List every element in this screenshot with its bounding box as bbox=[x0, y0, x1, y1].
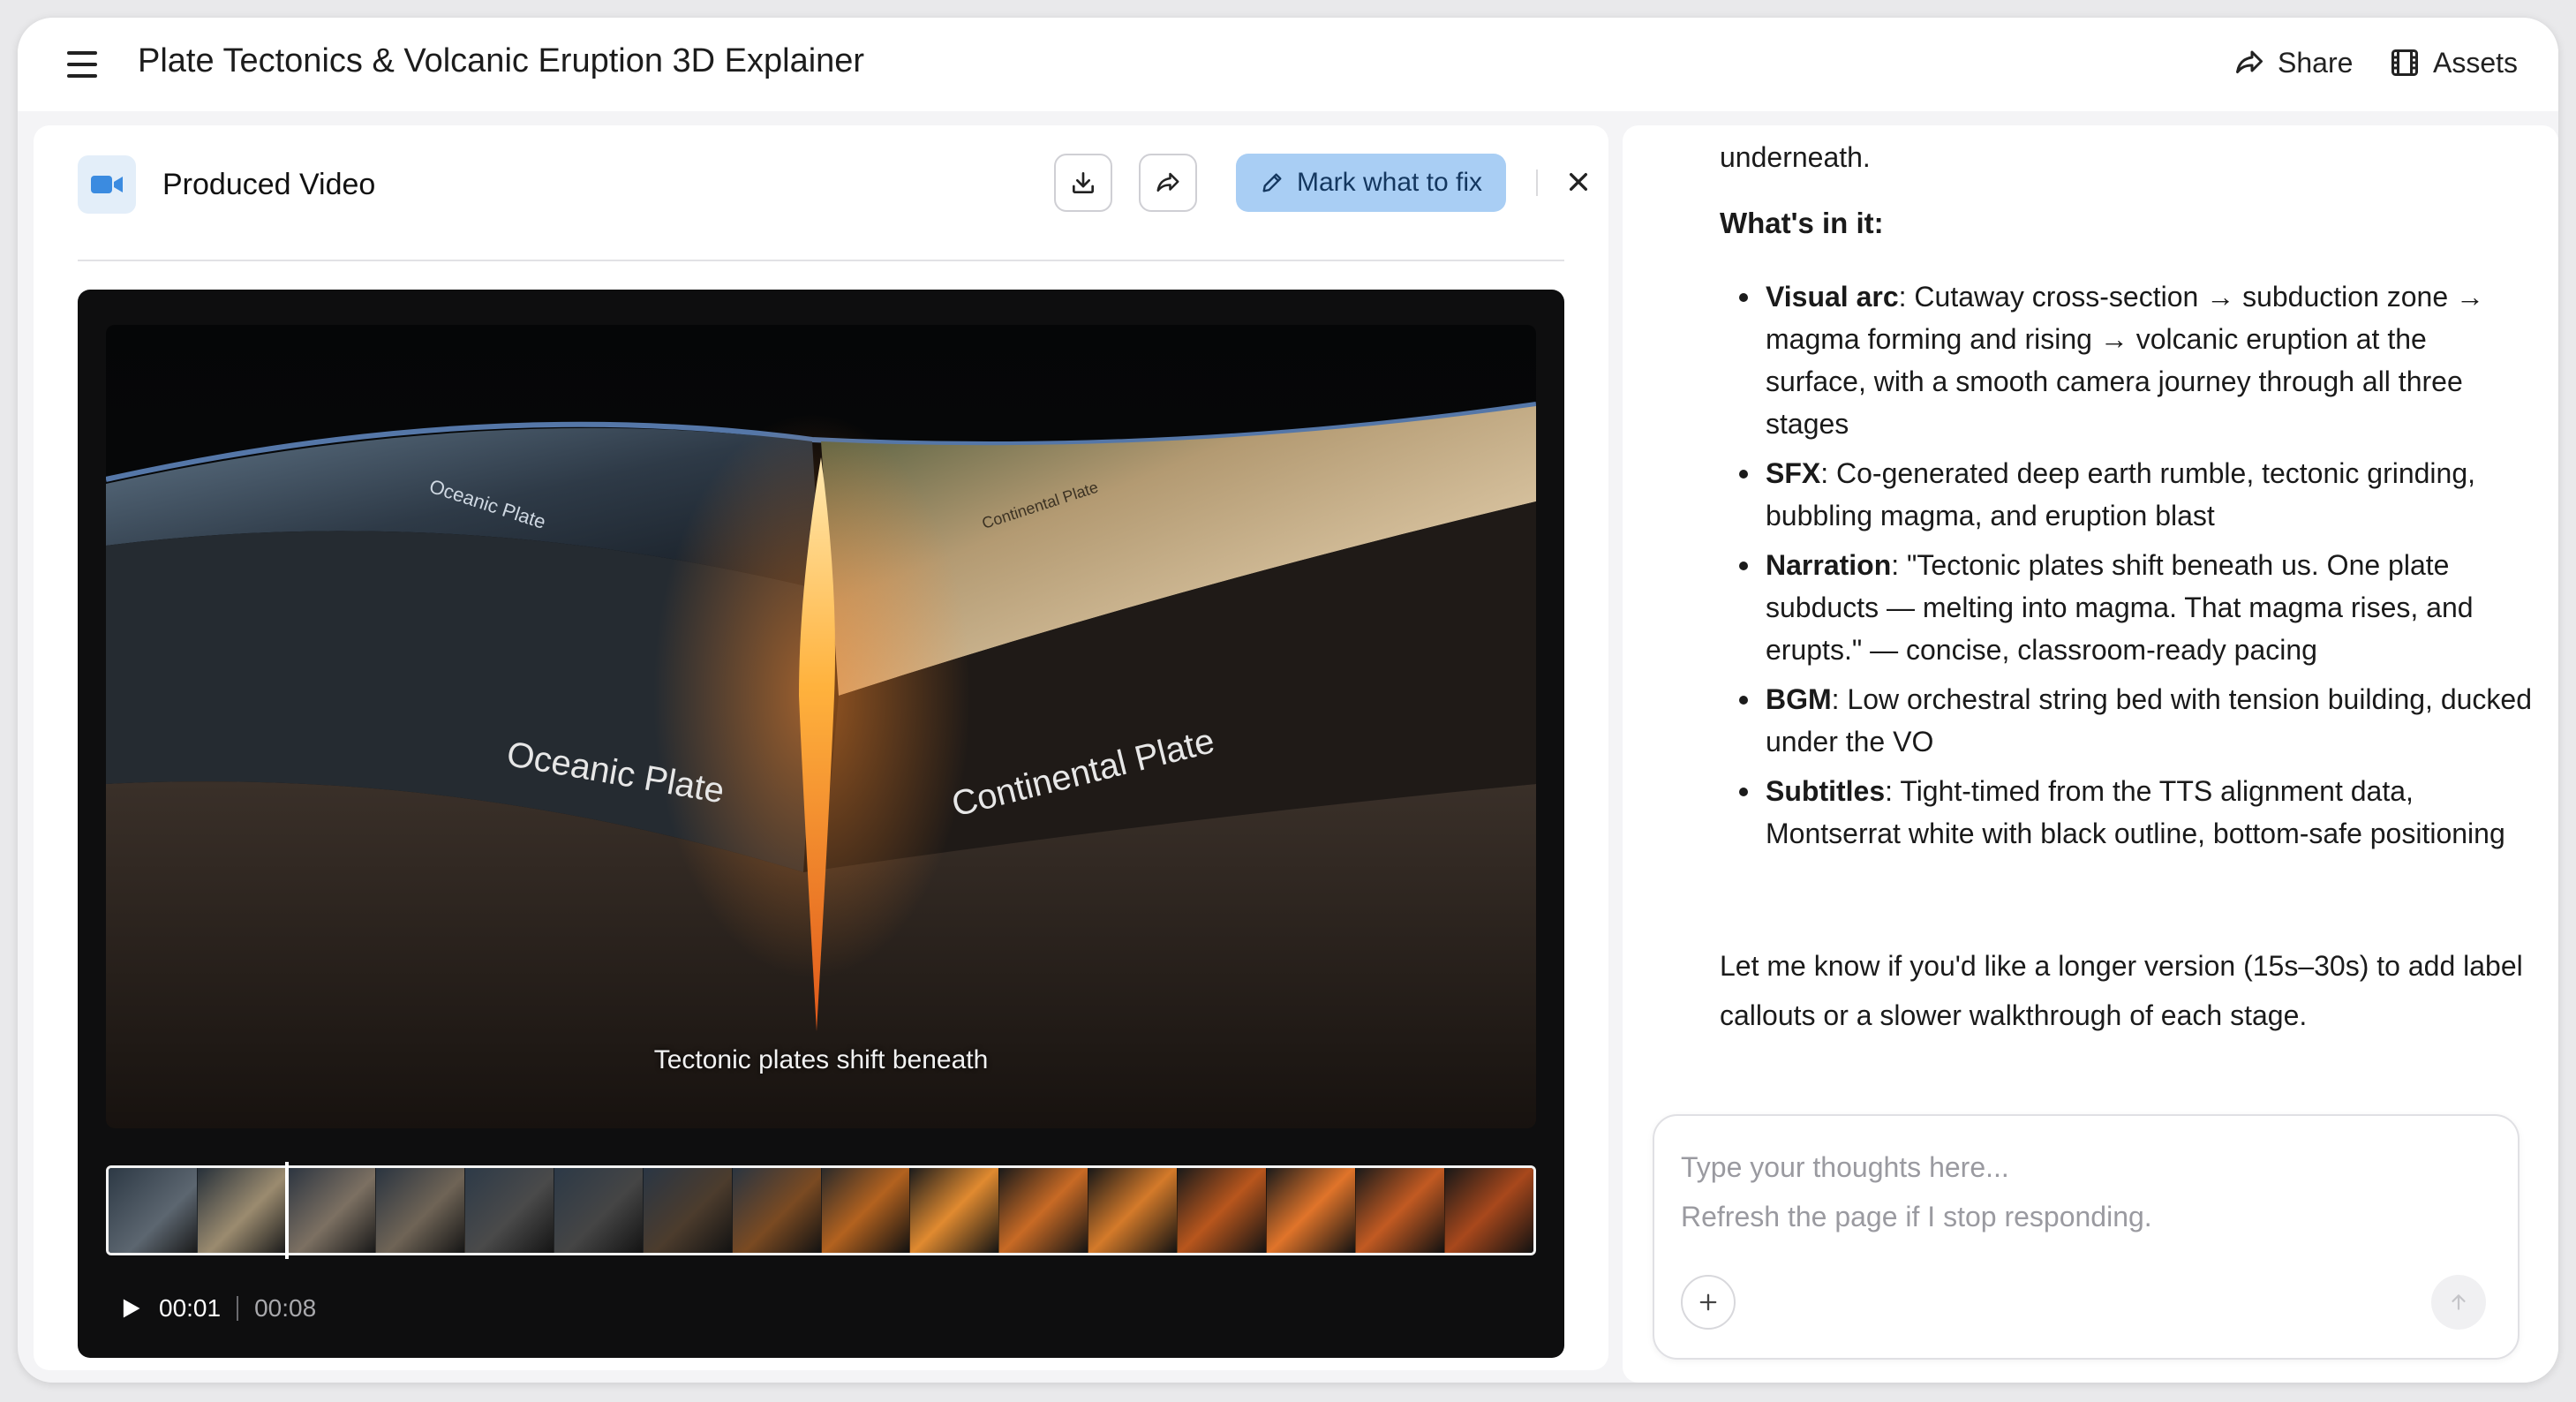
closing-message: Let me know if you'd like a longer versi… bbox=[1720, 950, 2523, 1031]
duration: 00:08 bbox=[254, 1294, 317, 1322]
video-badge bbox=[78, 155, 136, 214]
add-attachment-button[interactable] bbox=[1681, 1275, 1736, 1330]
video-panel: Produced Video Mark what to fix Oceanic … bbox=[34, 125, 1608, 1370]
playback-controls: 00:01 00:08 bbox=[118, 1291, 316, 1326]
share-label: Share bbox=[2278, 46, 2354, 79]
timeline-thumbnail bbox=[554, 1168, 644, 1253]
download-button[interactable] bbox=[1054, 154, 1112, 212]
video-frame[interactable]: Oceanic Plate Continental Plate Oceanic … bbox=[106, 325, 1536, 1128]
bullet-label: BGM bbox=[1766, 683, 1832, 715]
app-window: Plate Tectonics & Volcanic Eruption 3D E… bbox=[18, 18, 2558, 1383]
time-separator bbox=[237, 1296, 239, 1321]
timeline-thumbnail bbox=[643, 1168, 733, 1253]
share-button[interactable]: Share bbox=[2233, 41, 2353, 85]
video-camera-icon bbox=[91, 176, 123, 193]
section-heading: What's in it: bbox=[1720, 207, 1884, 239]
timeline-thumbnail bbox=[375, 1168, 465, 1253]
chat-text-cutoff: underneath. bbox=[1720, 141, 1871, 173]
assets-button[interactable]: Assets bbox=[2389, 41, 2518, 85]
playhead[interactable] bbox=[284, 1162, 289, 1259]
panel-title: Produced Video bbox=[162, 168, 376, 201]
arrow-up-icon bbox=[2452, 1294, 2466, 1310]
message-input[interactable] bbox=[1681, 1142, 2493, 1248]
panel-header: Produced Video Mark what to fix bbox=[78, 154, 1587, 226]
send-button[interactable] bbox=[2431, 1275, 2486, 1330]
plus-icon bbox=[1699, 1293, 1717, 1311]
close-icon bbox=[1570, 173, 1587, 191]
list-item: Subtitles: Tight-timed from the TTS alig… bbox=[1720, 770, 2532, 855]
bullet-label: Subtitles bbox=[1766, 775, 1886, 807]
download-icon bbox=[1073, 172, 1094, 193]
timeline-thumbnail bbox=[286, 1168, 376, 1253]
share-arrow-icon bbox=[1156, 172, 1179, 192]
film-icon bbox=[2391, 49, 2418, 76]
timeline-thumbnail bbox=[1445, 1168, 1533, 1253]
bullet-label: Visual arc bbox=[1766, 281, 1899, 313]
video-player[interactable]: Oceanic Plate Continental Plate Oceanic … bbox=[78, 290, 1564, 1358]
timeline-thumbnail bbox=[464, 1168, 554, 1253]
assets-label: Assets bbox=[2433, 46, 2519, 79]
play-icon[interactable] bbox=[118, 1295, 143, 1322]
bullet-text: : Co-generated deep earth rumble, tecton… bbox=[1766, 457, 2476, 531]
bullet-label: SFX bbox=[1766, 457, 1821, 489]
timeline-thumbnail bbox=[109, 1168, 198, 1253]
timeline-thumbnail bbox=[732, 1168, 822, 1253]
timeline-thumbnail bbox=[197, 1168, 287, 1253]
divider bbox=[1536, 170, 1538, 196]
video-subtitle: Tectonic plates shift beneath bbox=[653, 1045, 989, 1074]
video-frame-image: Oceanic Plate Continental Plate Oceanic … bbox=[106, 325, 1536, 1128]
bullet-text: : Low orchestral string bed with tension… bbox=[1766, 683, 2532, 758]
top-bar: Plate Tectonics & Volcanic Eruption 3D E… bbox=[18, 18, 2558, 111]
message-composer bbox=[1653, 1114, 2520, 1360]
divider bbox=[78, 260, 1564, 261]
mark-label: Mark what to fix bbox=[1296, 168, 1483, 197]
timeline-thumbnail bbox=[999, 1168, 1089, 1253]
bullet-label: Narration bbox=[1766, 549, 1892, 581]
current-time: 00:01 bbox=[159, 1294, 222, 1322]
share-icon bbox=[2236, 50, 2263, 73]
list-item: Visual arc: Cutaway cross-section → subd… bbox=[1720, 275, 2532, 445]
timeline-scrubber[interactable] bbox=[106, 1165, 1536, 1255]
list-item: Narration: "Tectonic plates shift beneat… bbox=[1720, 544, 2532, 671]
list-item: BGM: Low orchestral string bed with tens… bbox=[1720, 678, 2532, 763]
timeline-thumbnail bbox=[1088, 1168, 1179, 1253]
timeline-thumbnail bbox=[910, 1168, 1000, 1253]
timeline-thumbnail bbox=[821, 1168, 911, 1253]
timeline-thumbnail bbox=[1267, 1168, 1357, 1253]
timeline-thumbnail bbox=[1178, 1168, 1268, 1253]
list-item: SFX: Co-generated deep earth rumble, tec… bbox=[1720, 452, 2532, 537]
timeline-thumbnail bbox=[1356, 1168, 1446, 1253]
pencil-icon bbox=[1262, 173, 1282, 192]
mark-what-to-fix-button[interactable]: Mark what to fix bbox=[1236, 154, 1506, 212]
menu-icon[interactable] bbox=[67, 51, 97, 78]
close-button[interactable] bbox=[1561, 164, 1596, 200]
share-video-button[interactable] bbox=[1139, 154, 1197, 212]
page-title: Plate Tectonics & Volcanic Eruption 3D E… bbox=[138, 42, 865, 79]
feature-list: Visual arc: Cutaway cross-section → subd… bbox=[1720, 275, 2532, 862]
